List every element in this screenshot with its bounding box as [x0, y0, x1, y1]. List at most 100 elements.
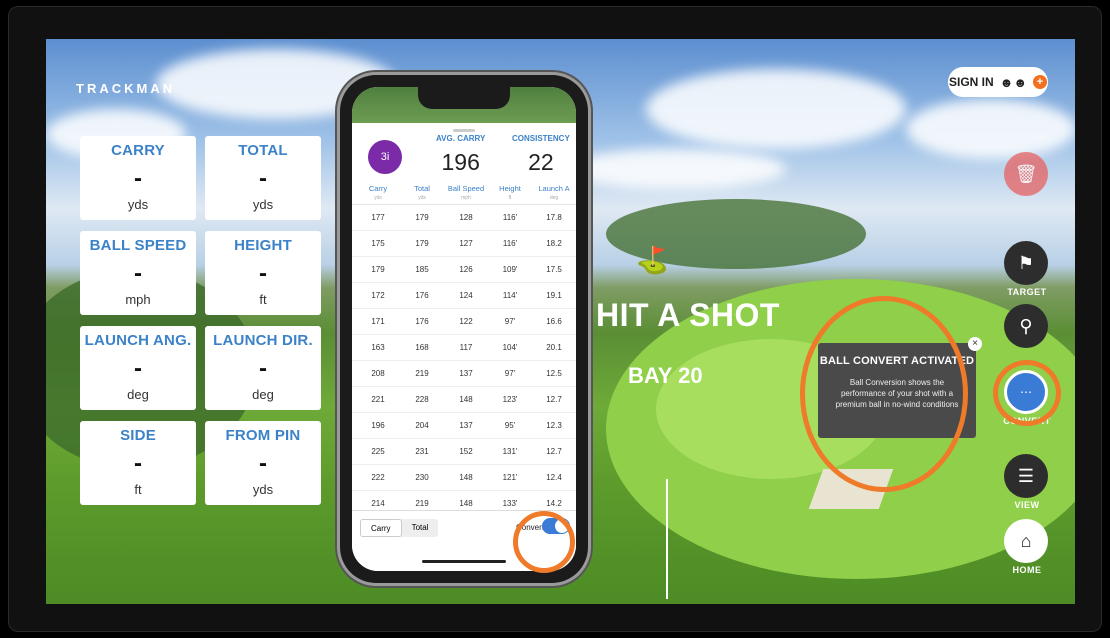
tile-launch-direction: LAUNCH DIR. - deg — [205, 326, 321, 410]
table-row[interactable]: 208 219 137 97' 12.5 — [352, 361, 576, 387]
col-total[interactable]: Total yds — [400, 184, 444, 204]
table-cell: 12.7 — [546, 395, 562, 404]
table-cell: 176 — [415, 317, 429, 326]
table-row[interactable]: 163 168 117 104' 20.1 — [352, 335, 576, 361]
sign-in-label: SIGN IN — [948, 75, 994, 89]
consistency-stat: CONSISTENCY 22 — [512, 134, 570, 176]
table-row[interactable]: 177 179 128 116' 17.8 — [352, 205, 576, 231]
table-cell: 116' — [502, 239, 518, 248]
carry-total-switch: Carry Total — [360, 519, 439, 537]
table-cell: 131' — [502, 447, 518, 456]
consistency-value: 22 — [528, 149, 554, 175]
col-carry[interactable]: Carry yds — [356, 184, 400, 204]
phone-device: 3i AVG. CARRY 196 CONSISTENCY 22 Carry yd… — [340, 75, 588, 583]
table-cell: 124 — [459, 291, 473, 300]
table-cell: 171 — [371, 317, 385, 326]
seg-total[interactable]: Total — [402, 519, 439, 537]
table-cell: 148 — [459, 499, 473, 508]
phone-screen: 3i AVG. CARRY 196 CONSISTENCY 22 Carry yd… — [352, 87, 576, 571]
cloud — [566, 149, 786, 189]
table-cell: 20.1 — [546, 343, 562, 352]
session-stats: 3i AVG. CARRY 196 CONSISTENCY 22 — [352, 132, 576, 184]
table-cell: 222 — [371, 473, 385, 482]
tile-title: CARRY — [111, 142, 165, 159]
table-cell: 230 — [415, 473, 429, 482]
table-cell: 116' — [502, 213, 518, 222]
trash-icon: 🗑 — [1014, 163, 1038, 184]
table-cell: 152 — [459, 447, 473, 456]
sign-in-button[interactable]: SIGN IN ☻☻ + — [948, 67, 1048, 97]
table-cell: 104' — [502, 343, 518, 352]
table-cell: 97' — [504, 317, 516, 326]
home-label: HOME — [1012, 565, 1042, 575]
view-button[interactable]: ☰ — [1004, 454, 1048, 498]
col-height[interactable]: Height ft — [488, 184, 532, 204]
course-line — [666, 479, 668, 599]
tile-title: BALL SPEED — [89, 237, 187, 254]
target-label: TARGET — [1007, 287, 1047, 297]
tile-value: - — [134, 165, 142, 192]
tile-height: HEIGHT - ft — [205, 231, 321, 315]
highlight-ring-convert — [993, 360, 1061, 426]
tile-unit: yds — [127, 197, 149, 212]
tile-value: - — [134, 450, 142, 477]
tile-title: HEIGHT — [234, 237, 292, 254]
table-row[interactable]: 171 176 122 97' 16.6 — [352, 309, 576, 335]
table-row[interactable]: 179 185 126 109' 17.5 — [352, 257, 576, 283]
club-badge[interactable]: 3i — [368, 140, 402, 174]
table-cell: 12.4 — [546, 473, 562, 482]
table-row[interactable]: 175 179 127 116' 18.2 — [352, 231, 576, 257]
table-cell: 14.2 — [546, 499, 562, 508]
add-icon: + — [1033, 75, 1048, 89]
table-cell: 137 — [459, 369, 473, 378]
col-ball-speed[interactable]: Ball Speed mph — [444, 184, 488, 204]
table-cell: 219 — [415, 499, 429, 508]
table-cell: 123' — [502, 395, 518, 404]
tile-carry: CARRY - yds — [80, 136, 196, 220]
seg-carry[interactable]: Carry — [360, 519, 402, 537]
tile-value: - — [259, 450, 267, 477]
table-row[interactable]: 222 230 148 121' 12.4 — [352, 465, 576, 491]
table-cell: 148 — [459, 395, 473, 404]
table-row[interactable]: 172 176 124 114' 19.1 — [352, 283, 576, 309]
tile-title: SIDE — [120, 427, 156, 444]
table-cell: 17.8 — [546, 213, 562, 222]
tile-unit: deg — [252, 387, 274, 402]
table-cell: 97' — [504, 369, 516, 378]
home-button[interactable]: ⌂ — [1004, 519, 1048, 563]
table-cell: 179 — [415, 213, 429, 222]
golf-club-icon: ⚲ — [1019, 315, 1033, 336]
club-button[interactable]: ⚲ — [1004, 304, 1048, 348]
close-icon[interactable]: × — [968, 337, 982, 351]
table-cell: 18.2 — [546, 239, 562, 248]
table-row[interactable]: 221 228 148 123' 12.7 — [352, 387, 576, 413]
table-row[interactable]: 196 204 137 95' 12.3 — [352, 413, 576, 439]
home-indicator — [422, 560, 506, 563]
table-cell: 127 — [459, 239, 473, 248]
home-icon: ⌂ — [1020, 530, 1032, 551]
table-cell: 12.3 — [546, 421, 562, 430]
table-row[interactable]: 225 231 152 131' 12.7 — [352, 439, 576, 465]
hit-shot-prompt: HIT A SHOT — [596, 297, 780, 333]
table-cell: 12.7 — [546, 447, 562, 456]
shot-table-header: Carry yds Total yds Ball Speed mph Height ft… — [352, 184, 576, 205]
table-cell: 12.5 — [546, 369, 562, 378]
table-cell: 221 — [371, 395, 385, 404]
tile-unit: deg — [127, 387, 149, 402]
table-cell: 177 — [371, 213, 385, 222]
tile-launch-angle: LAUNCH ANG. - deg — [80, 326, 196, 410]
table-cell: 176 — [415, 291, 429, 300]
tile-value: - — [259, 165, 267, 192]
col-launch[interactable]: Launch Adeg — [532, 184, 576, 204]
table-cell: 208 — [371, 369, 385, 378]
table-cell: 121' — [502, 473, 518, 482]
shot-table-body: 177 179 128 116' 17.8 175 179 127 116' 18.2 179 185… — [352, 205, 576, 517]
table-cell: 128 — [459, 213, 473, 222]
table-cell: 225 — [371, 447, 385, 456]
delete-button[interactable]: 🗑 — [1004, 152, 1048, 196]
target-button[interactable]: ⚑ — [1004, 241, 1048, 285]
tile-total: TOTAL - yds — [205, 136, 321, 220]
table-cell: 231 — [415, 447, 429, 456]
highlight-ring-popup — [800, 296, 968, 492]
tile-value: - — [259, 355, 267, 382]
